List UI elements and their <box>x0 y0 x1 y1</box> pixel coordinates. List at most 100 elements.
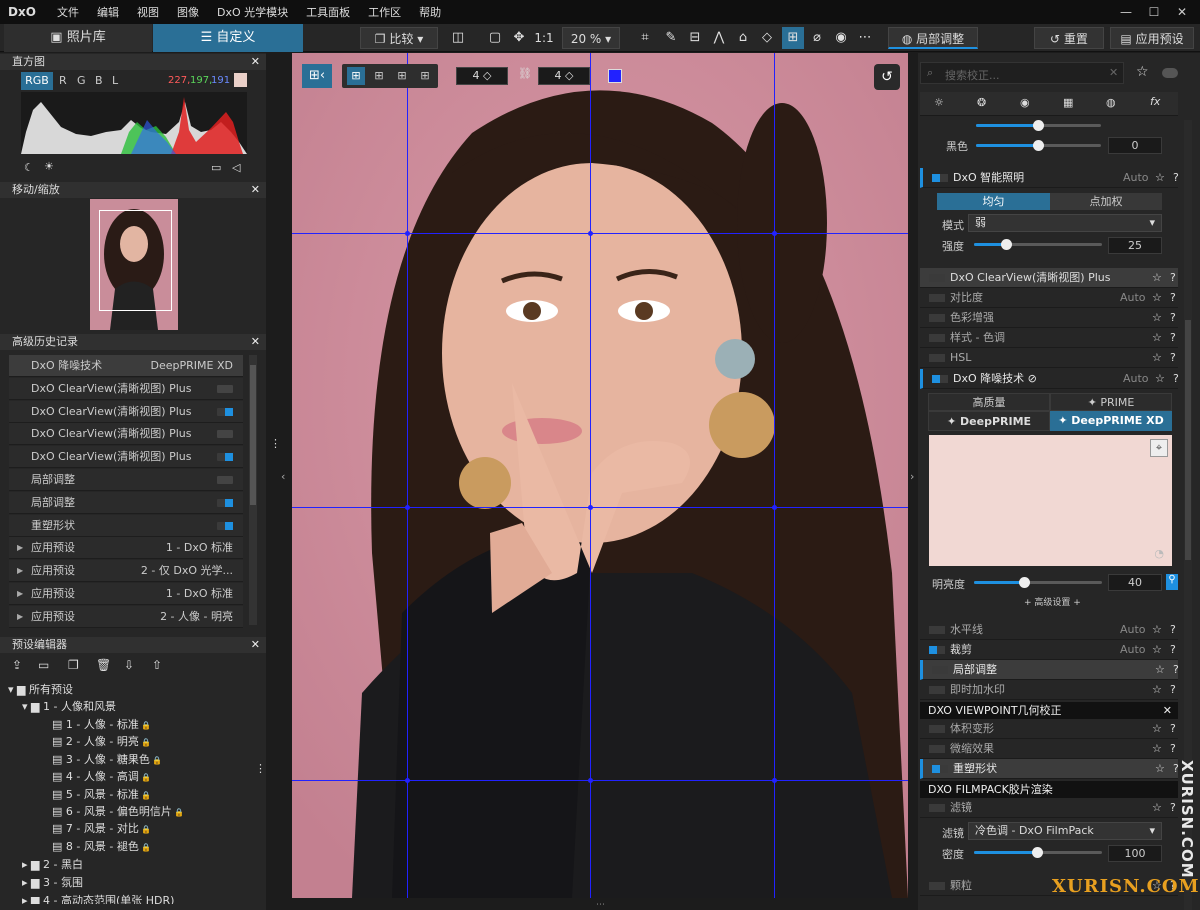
star-icon[interactable]: ☆ <box>1152 308 1162 328</box>
menu-palettes[interactable]: 工具面板 <box>306 4 350 20</box>
deepprime-mode-button[interactable]: ✦ DeepPRIME <box>928 411 1050 431</box>
reshape-toggle[interactable] <box>932 765 948 773</box>
preset-item[interactable]: ▤ 6 - 风景 - 偏色明信片 🔒 <box>52 803 184 820</box>
history-item[interactable]: 局部调整 <box>9 491 243 514</box>
grid-handle[interactable] <box>772 505 777 510</box>
filter-row[interactable]: 滤镜 ☆? <box>920 798 1178 818</box>
polygon-icon[interactable]: ⌂ <box>732 27 754 49</box>
density-value[interactable]: 100 <box>1108 845 1162 862</box>
history-toggle[interactable] <box>217 521 233 530</box>
repair-icon[interactable]: ⌀ <box>806 27 828 49</box>
star-icon[interactable]: ☆ <box>1155 168 1165 188</box>
grid-handle[interactable] <box>588 231 593 236</box>
light-icon[interactable]: ☼ <box>934 96 944 109</box>
history-item[interactable]: DxO 降噪技术 DeepPRIME XD <box>9 355 243 377</box>
preset-item[interactable]: ▤ 3 - 人像 - 糖果色 🔒 <box>52 751 162 768</box>
grid-line-h[interactable] <box>292 233 908 234</box>
local-adjust-row[interactable]: 局部调整 ☆? <box>920 660 1179 680</box>
grid-rows-input[interactable]: 4 ◇ <box>538 67 590 85</box>
menu-optics[interactable]: DxO 光学模块 <box>217 4 288 20</box>
grid-2x2-icon[interactable]: ⊞ <box>347 67 365 85</box>
target-icon[interactable]: ⌖ <box>1150 439 1168 457</box>
preset-item[interactable]: ▤ 4 - 人像 - 高调 🔒 <box>52 768 151 785</box>
contrast-toggle[interactable] <box>929 294 945 302</box>
tab-library[interactable]: ▣ 照片库 <box>4 24 152 52</box>
mode-select[interactable]: 弱 ▾ <box>968 214 1162 232</box>
tree-group-2[interactable]: ▸ ▆ 2 - 黑白 <box>22 856 83 873</box>
tree-root[interactable]: ▾ ▆ 所有预设 <box>8 681 73 698</box>
horizon-icon[interactable]: ⊟ <box>684 27 706 49</box>
noise-preview[interactable]: ⌖ ◔ <box>929 435 1172 566</box>
history-toggle[interactable] <box>217 476 233 484</box>
smart-lighting-toggle[interactable] <box>932 174 948 182</box>
deepprime-xd-mode-button[interactable]: ✦ DeepPRIME XD <box>1050 411 1172 431</box>
menu-view[interactable]: 视图 <box>137 4 159 20</box>
crop-auto[interactable]: Auto <box>1120 640 1146 660</box>
menu-edit[interactable]: 编辑 <box>97 4 119 20</box>
local-adjust-button[interactable]: ◍ 局部调整 <box>888 27 978 49</box>
zoom-select[interactable]: 20 % ▾ <box>562 27 620 49</box>
horizon-toggle[interactable] <box>929 626 945 634</box>
miniature-toggle[interactable] <box>929 745 945 753</box>
history-item[interactable]: ▶ 应用预设 1 - DxO 标准 <box>9 583 243 605</box>
noise-auto[interactable]: Auto <box>1123 369 1149 389</box>
star-icon[interactable]: ☆ <box>1152 268 1162 288</box>
miniature-row[interactable]: 微缩效果 ☆? <box>920 739 1178 759</box>
luminance-value[interactable]: 40 <box>1108 574 1162 591</box>
channel-l[interactable]: L <box>112 74 118 87</box>
grid-handle[interactable] <box>588 505 593 510</box>
star-icon[interactable]: ☆ <box>1155 660 1165 680</box>
horizon-row[interactable]: 水平线 Auto ☆? <box>920 620 1178 640</box>
preset-item[interactable]: ▤ 2 - 人像 - 明亮 🔒 <box>52 733 151 750</box>
shadow-slider[interactable] <box>976 120 1101 131</box>
local-adjust-toggle[interactable] <box>932 666 948 674</box>
menu-image[interactable]: 图像 <box>177 4 199 20</box>
grid-line-v[interactable] <box>774 53 775 898</box>
channel-b[interactable]: B <box>95 74 103 87</box>
preset-item[interactable]: ▤ 1 - 人像 - 标准 🔒 <box>52 716 151 733</box>
preset-item[interactable]: ▤ 8 - 风景 - 褪色 🔒 <box>52 838 151 855</box>
help-icon[interactable]: ? <box>1170 640 1176 660</box>
hsl-row[interactable]: HSL ☆? <box>920 348 1178 368</box>
clearview-row[interactable]: DxO ClearView(清晰视图) Plus ☆? <box>920 268 1178 288</box>
close-icon[interactable]: ✕ <box>251 182 260 198</box>
star-icon[interactable]: ☆ <box>1152 798 1162 818</box>
local-icon[interactable]: ◍ <box>1106 96 1116 109</box>
watermark-row[interactable]: 即时加水印 ☆? <box>920 680 1178 700</box>
filter-toggle[interactable] <box>929 804 945 812</box>
black-value[interactable]: 0 <box>1108 137 1162 154</box>
new-preset-icon[interactable]: ⇪ <box>12 658 22 672</box>
black-slider[interactable] <box>976 140 1101 151</box>
history-item[interactable]: ▶ 应用预设 2 - 仅 DxO 光学... <box>9 560 243 583</box>
hsl-toggle[interactable] <box>929 354 945 362</box>
watermark-toggle[interactable] <box>929 686 945 694</box>
advanced-settings-link[interactable]: + 高级设置 + <box>1024 595 1081 608</box>
grid-5x5-icon[interactable]: ⊞ <box>416 67 434 85</box>
perspective-icon[interactable]: ⋀ <box>708 27 730 49</box>
density-slider[interactable] <box>974 847 1102 858</box>
image-viewer[interactable] <box>292 53 908 898</box>
shadow-clip-icon[interactable]: ☾ <box>24 161 34 174</box>
reset-grid-icon[interactable]: ↺ <box>874 64 900 90</box>
tab-customize[interactable]: ☰ 自定义 <box>153 24 303 52</box>
detail-icon[interactable]: ◉ <box>1020 96 1030 109</box>
star-icon[interactable]: ☆ <box>1152 680 1162 700</box>
noise-toggle[interactable] <box>932 375 948 383</box>
grid-warp-icon[interactable]: ⊞ <box>782 27 804 49</box>
prime-mode-button[interactable]: ✦ PRIME <box>1050 393 1172 411</box>
close-icon[interactable]: ✕ <box>1168 0 1196 24</box>
reset-button[interactable]: ↺ 重置 <box>1034 27 1104 49</box>
history-toggle[interactable] <box>217 453 233 462</box>
grid-color-swatch[interactable] <box>608 69 622 83</box>
grid-tool-icon[interactable]: ⊞‹ <box>302 64 332 88</box>
preset-item[interactable]: ▤ 7 - 风景 - 对比 🔒 <box>52 820 151 837</box>
help-icon[interactable]: ? <box>1170 348 1176 368</box>
history-toggle[interactable] <box>217 498 233 507</box>
lock-icon[interactable]: ⚲ <box>1166 574 1178 590</box>
move-icon[interactable]: ✥ <box>508 27 530 49</box>
grid-3x3-icon[interactable]: ⊞ <box>370 67 388 85</box>
grid-handle[interactable] <box>588 778 593 783</box>
history-item[interactable]: DxO ClearView(清晰视图) Plus <box>9 423 243 446</box>
watermark-icon[interactable]: ⋯ <box>854 27 876 49</box>
maximize-icon[interactable]: ☐ <box>1140 0 1168 24</box>
